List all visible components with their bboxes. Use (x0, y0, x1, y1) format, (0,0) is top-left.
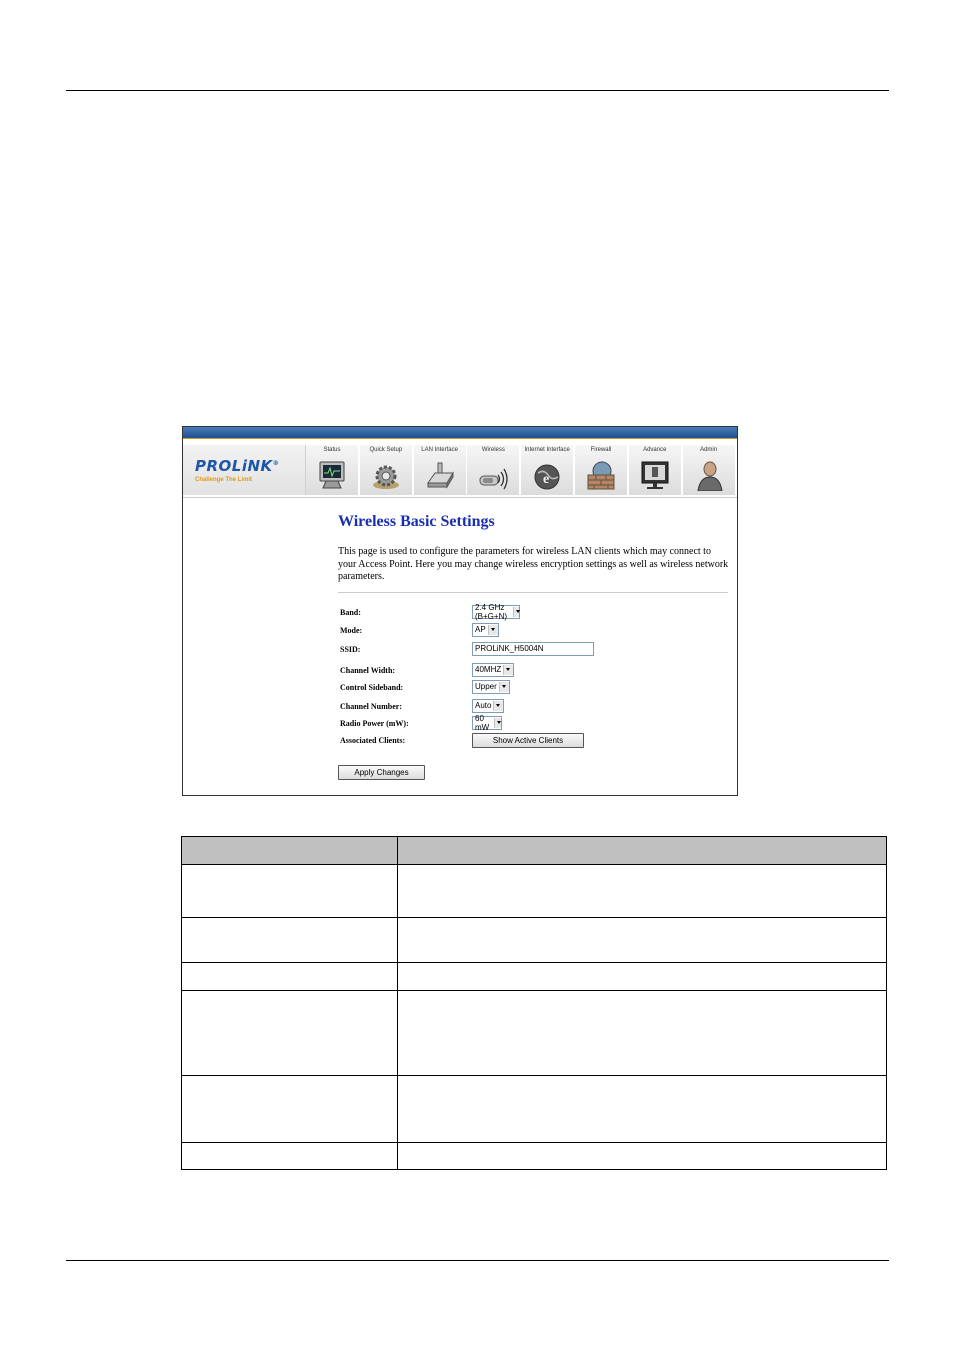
table-cell (397, 864, 887, 918)
svg-text:e: e (543, 472, 549, 487)
channel-width-value: 40MHZ (475, 665, 502, 674)
chevron-down-icon (494, 717, 502, 728)
nav-label: Quick Setup (369, 447, 403, 453)
ssid-label: SSID: (340, 644, 361, 654)
nav-quick-setup[interactable]: Quick Setup (359, 445, 412, 495)
band-select[interactable]: 2.4 GHz (B+G+N) (472, 602, 521, 621)
channel-number-label: Channel Number: (340, 701, 403, 711)
control-sideband-label: Control Sideband: (340, 682, 404, 692)
table-header-cell (397, 836, 887, 865)
associated-clients-label: Associated Clients: (340, 735, 406, 745)
nav-label: Firewall (590, 447, 612, 453)
chevron-down-icon (503, 664, 514, 675)
table-cell (397, 990, 887, 1076)
wireless-settings-form: Band: 2.4 GHz (B+G+N) Mode: AP SSID: PRO… (338, 599, 730, 780)
nav-status[interactable]: Status (306, 445, 358, 495)
nav-wireless[interactable]: Wireless (467, 445, 520, 495)
nav-lan-interface[interactable]: LAN Interface (413, 445, 466, 495)
gear-icon (372, 465, 399, 489)
wireless-icon (479, 468, 509, 490)
chevron-down-icon (498, 681, 509, 692)
table-row (181, 1142, 887, 1170)
control-sideband-value: Upper (475, 682, 497, 691)
radio-power-value: 60 mW (475, 713, 490, 732)
monitor-icon (319, 461, 345, 489)
footer-rule (66, 1260, 889, 1261)
mode-select[interactable]: AP (472, 622, 499, 637)
radio-power-select[interactable]: 60 mW (472, 713, 503, 732)
chevron-down-icon (512, 606, 521, 617)
internet-globe-icon: e (534, 464, 560, 490)
mode-label: Mode: (340, 625, 363, 635)
table-cell (397, 962, 887, 991)
divider (338, 591, 728, 593)
table-row (181, 917, 887, 963)
table-row (181, 1075, 887, 1143)
table-cell (181, 990, 398, 1076)
top-bar (183, 427, 737, 439)
control-sideband-select[interactable]: Upper (472, 679, 510, 694)
page-description: This page is used to configure the param… (338, 546, 729, 582)
main-nav: Status Quick Setup LAN Interface Wireles… (306, 445, 736, 495)
router-icon (426, 462, 454, 489)
table-header-row (181, 836, 887, 865)
table-header-cell (181, 836, 398, 865)
table-row (181, 864, 887, 918)
nav-label: Status (323, 447, 341, 453)
brand-logo-box: PROLiNK® Challenge The Limit (183, 445, 306, 495)
header-rule (66, 90, 889, 91)
prolink-logo: PROLiNK® (195, 457, 280, 475)
show-active-clients-button[interactable]: Show Active Clients (472, 732, 584, 748)
page-content: Wireless Basic Settings This page is use… (338, 512, 730, 780)
firewall-icon (587, 461, 615, 490)
advance-icon (641, 461, 669, 489)
table-cell (397, 917, 887, 963)
band-label: Band: (340, 607, 361, 617)
table-cell (181, 917, 398, 963)
table-cell (181, 864, 398, 918)
nav-label: Wireless (481, 447, 505, 453)
nav-label: Internet Interface (524, 447, 570, 453)
apply-row: Apply Changes (338, 762, 425, 780)
table-cell (181, 1142, 398, 1170)
description-table (181, 836, 887, 1170)
nav-label: Admin (700, 447, 718, 453)
page-title: Wireless Basic Settings (338, 513, 495, 530)
nav-firewall[interactable]: Firewall (574, 445, 627, 495)
chevron-down-icon (493, 700, 504, 711)
admin-user-icon (697, 461, 723, 491)
table-row (181, 962, 887, 991)
apply-changes-button[interactable]: Apply Changes (338, 764, 425, 780)
ssid-input[interactable]: PROLiNK_H5004N (472, 641, 594, 656)
table-cell (181, 1075, 398, 1143)
mode-value: AP (475, 625, 486, 634)
nav-advance[interactable]: Advance (628, 445, 681, 495)
channel-number-select[interactable]: Auto (472, 698, 505, 713)
table-cell (397, 1075, 887, 1143)
table-row (181, 990, 887, 1076)
chevron-down-icon (487, 624, 498, 635)
channel-width-select[interactable]: 40MHZ (472, 662, 515, 677)
router-header: PROLiNK® Challenge The Limit Status Quic… (183, 439, 737, 498)
brand-tagline: Challenge The Limit (195, 477, 253, 483)
table-cell (181, 962, 398, 991)
nav-internet-interface[interactable]: Internet Interface e (521, 445, 574, 495)
band-value: 2.4 GHz (B+G+N) (475, 602, 508, 621)
radio-power-label: Radio Power (mW): (340, 718, 409, 728)
channel-number-value: Auto (475, 701, 492, 710)
table-cell (397, 1142, 887, 1170)
router-screenshot: PROLiNK® Challenge The Limit Status Quic… (182, 426, 738, 796)
channel-width-label: Channel Width: (340, 665, 396, 675)
nav-admin[interactable]: Admin (682, 445, 735, 495)
nav-label: LAN Interface (421, 447, 458, 453)
nav-label: Advance (643, 447, 667, 453)
